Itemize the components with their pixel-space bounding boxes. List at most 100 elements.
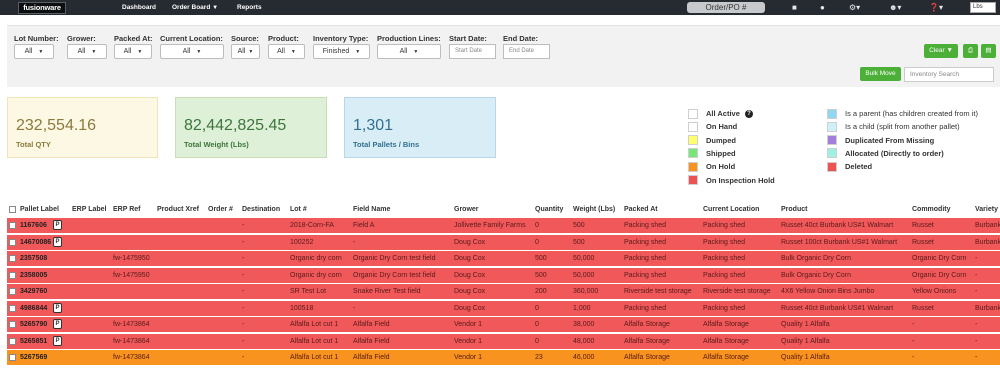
print-button[interactable]: ⎙ (963, 44, 978, 58)
gear-icon[interactable]: ⚙▾ (849, 2, 860, 13)
col-pallet-label[interactable]: Pallet Label (20, 206, 59, 213)
cell-packed: Alfalfa Storage (624, 337, 670, 345)
packed-at-select[interactable]: All ▼ (114, 44, 152, 59)
table-row[interactable]: 5265851 Pfw-1473864 - Alfalfa Lot cut 1 Alfa… (7, 333, 1000, 350)
pallet-label[interactable]: 3429760 (20, 288, 47, 295)
cell-field: Alfalfa Field (353, 354, 390, 361)
legend-item: On Hand (688, 121, 737, 132)
print-label-icon[interactable]: P (53, 335, 62, 346)
pallet-label[interactable]: 4986844 (20, 305, 47, 312)
export-button[interactable]: ▤ (981, 44, 996, 58)
cell-product: Russet 100ct Burbank US#1 Walmart (781, 238, 898, 246)
row-checkbox[interactable] (9, 255, 16, 262)
pallet-label[interactable]: 2357508 (20, 255, 47, 262)
table-row[interactable]: 3429760 - SR Test Lot Snake River Test fiel… (7, 284, 1000, 300)
cell-location: Packing shed (703, 222, 746, 229)
pallet-label[interactable]: 1167606 (20, 222, 47, 229)
select-all-checkbox[interactable] (9, 206, 16, 213)
col-destination[interactable]: Destination (242, 206, 280, 213)
source-select[interactable]: All ▼ (231, 44, 260, 59)
print-label-icon[interactable]: P (53, 319, 62, 329)
nav-reports[interactable]: Reports (237, 4, 262, 11)
row-checkbox[interactable] (9, 288, 16, 295)
col-weight[interactable]: Weight (Lbs) (573, 206, 615, 213)
nav-order-board[interactable]: Order Board ▼ (172, 4, 218, 11)
fusionware-logo[interactable]: fusionware (18, 1, 66, 14)
row-checkbox[interactable] (9, 354, 16, 361)
cell-field: Organic Dry Corn test field (353, 255, 436, 262)
table-row[interactable]: 14670086 P - 100252 - Doug Cox 0 500 Packing she… (7, 234, 1000, 251)
order-po-search-input[interactable]: Order/PO # (687, 2, 765, 13)
row-checkbox[interactable] (9, 222, 16, 229)
clear-filters-button[interactable]: Clear ▼ (924, 44, 958, 58)
table-row[interactable]: 5267569 fw-1473864 - Alfalfa Lot cut 1 Alfal… (7, 350, 1000, 366)
inventory-type-value: Finished (322, 48, 350, 55)
product-select[interactable]: All ▼ (268, 44, 305, 59)
col-erp-ref[interactable]: ERP Ref (113, 206, 141, 213)
col-field-name[interactable]: Field Name (353, 206, 390, 213)
lot-number-select[interactable]: All ▼ (14, 44, 54, 59)
chat-icon[interactable]: ● (820, 2, 825, 13)
col-current-location[interactable]: Current Location (703, 206, 759, 213)
stat-card: 232,554.16 Total QTY (7, 97, 158, 158)
row-checkbox[interactable] (9, 304, 16, 312)
start-date-label: Start Date: (449, 34, 487, 43)
bulk-move-button[interactable]: Bulk Move (860, 67, 901, 81)
table-row[interactable]: 1167606 P - 2018-Corn-FA Field A Jollivette F… (7, 218, 1000, 234)
cell-location: Packing shed (703, 238, 746, 246)
inventory-search-input[interactable]: Inventory Search (904, 67, 994, 82)
grower-value: All (77, 48, 86, 55)
col-quantity[interactable]: Quantity (535, 206, 563, 213)
help-icon[interactable]: ❓▾ (929, 2, 943, 13)
legend-label: Is a parent (has children created from i… (845, 109, 978, 118)
stat-value: 232,554.16 (16, 117, 97, 134)
cell-product: Russet 40ct Burbank US#1 Walmart (781, 222, 894, 229)
production-lines-select[interactable]: All ▼ (377, 44, 441, 59)
pallet-label[interactable]: 5265790 (20, 321, 47, 328)
col-order[interactable]: Order # (208, 206, 233, 213)
nav-order-board-label: Order Board (172, 4, 211, 11)
col-product[interactable]: Product (781, 206, 807, 213)
lot-number-label: Lot Number: (14, 34, 59, 43)
pallet-label[interactable]: 5265851 (20, 338, 47, 345)
col-grower[interactable]: Grower (454, 206, 479, 213)
table-row[interactable]: 5265790 Pfw-1473864 - Alfalfa Lot cut 1 Alfa… (7, 317, 1000, 333)
unit-select[interactable]: Lbs (970, 2, 996, 13)
cell-commodity: - (912, 354, 915, 361)
table-row[interactable]: 2358005 fw-1475950 - Organic dry corn Organi… (7, 267, 1000, 284)
pallet-label[interactable]: 14670086 (20, 239, 51, 246)
print-label-icon[interactable]: P (53, 220, 62, 230)
legend-item: Allocated (Directly to order) (827, 148, 944, 159)
user-icon[interactable]: ☻▾ (889, 2, 901, 13)
col-lot[interactable]: Lot # (290, 206, 307, 213)
grower-select[interactable]: All ▼ (67, 44, 107, 59)
cell-location: Alfalfa Storage (703, 321, 749, 328)
table-row[interactable]: 4986844 P - 100518 - Doug Cox 0 1,000 Packing sh… (7, 300, 1000, 317)
start-date-input[interactable]: Start Date (449, 44, 496, 59)
pallet-label[interactable]: 5267569 (20, 354, 47, 361)
table-row[interactable]: 2357508 fw-1475950 - Organic dry corn Organi… (7, 251, 1000, 267)
cell-variety: Burbank (975, 222, 1000, 229)
print-label-icon[interactable]: P (53, 236, 62, 247)
question-icon[interactable]: ? (744, 109, 753, 118)
cell-grower: Vendor 1 (454, 321, 483, 328)
pallet-label[interactable]: 2358005 (20, 272, 47, 279)
row-checkbox[interactable] (9, 238, 16, 246)
print-label-icon[interactable]: P (53, 302, 62, 313)
col-erp-label[interactable]: ERP Label (72, 206, 107, 213)
folder-icon[interactable]: ■ (792, 2, 797, 13)
col-packed-at[interactable]: Packed At (624, 206, 658, 213)
col-commodity[interactable]: Commodity (912, 206, 951, 213)
row-checkbox[interactable] (9, 337, 16, 345)
current-location-select[interactable]: All ▼ (160, 44, 224, 59)
cell-field: Alfalfa Field (353, 321, 390, 328)
row-checkbox[interactable] (9, 321, 16, 328)
print-icon: ⎙ (967, 47, 974, 54)
col-variety[interactable]: Variety (975, 206, 998, 213)
nav-dashboard[interactable]: Dashboard (122, 4, 156, 11)
col-product-xref[interactable]: Product Xref (157, 206, 199, 213)
legend-item: Duplicated From Missing (827, 135, 934, 146)
inventory-type-select[interactable]: Finished ▼ (313, 44, 370, 59)
row-checkbox[interactable] (9, 271, 16, 279)
end-date-input[interactable]: End Date (503, 44, 550, 59)
